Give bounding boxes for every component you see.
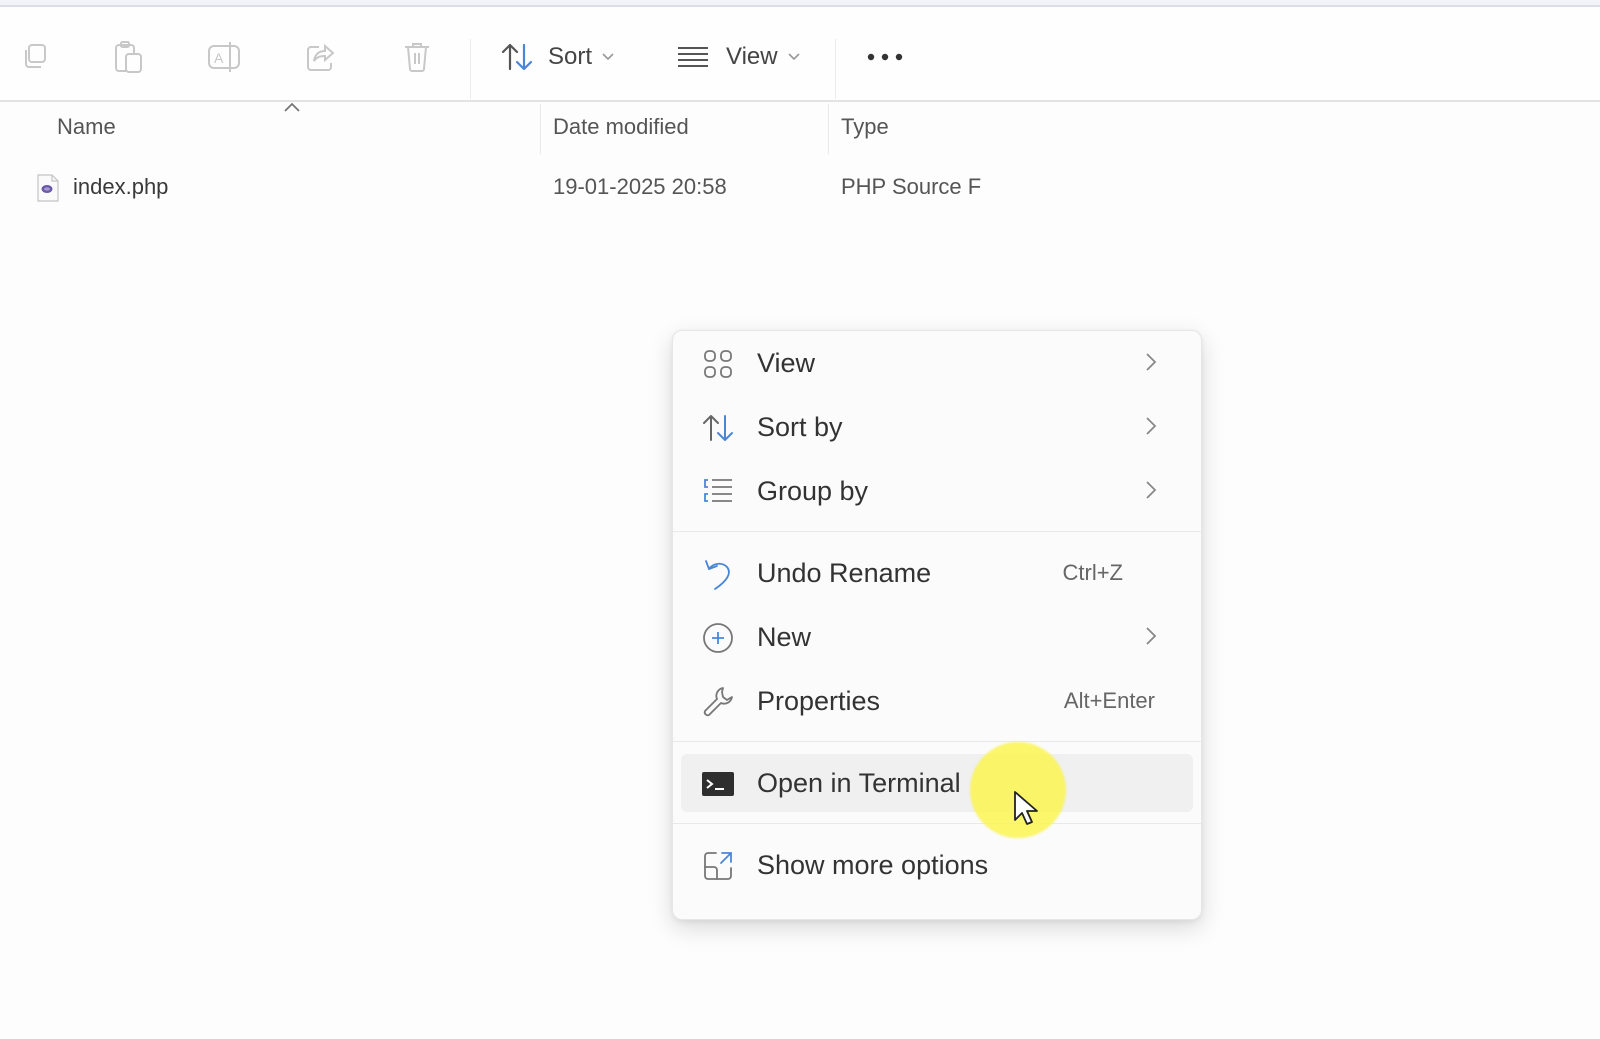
menu-item-label: Group by xyxy=(757,475,869,506)
menu-separator xyxy=(673,823,1201,824)
menu-item-show-more-options[interactable]: Show more options xyxy=(681,836,1193,894)
menu-separator xyxy=(673,741,1201,742)
menu-item-undo-rename[interactable]: Undo Rename Ctrl+Z xyxy=(681,544,1193,602)
menu-item-open-in-terminal[interactable]: Open in Terminal xyxy=(681,754,1193,812)
column-divider[interactable] xyxy=(828,104,829,154)
file-row[interactable]: index.php 19-01-2025 20:58 PHP Source F xyxy=(0,166,1100,212)
new-plus-icon xyxy=(701,621,735,655)
toolbar-divider xyxy=(835,39,836,99)
menu-item-new[interactable]: New xyxy=(681,608,1193,666)
toolbar-divider xyxy=(470,39,471,99)
menu-item-label: New xyxy=(757,621,812,652)
delete-button[interactable] xyxy=(401,39,433,75)
column-header-type[interactable]: Type xyxy=(841,114,889,140)
sort-label: Sort xyxy=(548,43,593,70)
rename-button[interactable]: A xyxy=(206,39,244,75)
paste-button[interactable] xyxy=(112,39,146,75)
menu-item-label: Open in Terminal xyxy=(757,767,961,798)
menu-item-properties[interactable]: Properties Alt+Enter xyxy=(681,672,1193,730)
php-file-icon xyxy=(37,174,59,207)
menu-item-shortcut: Alt+Enter xyxy=(1063,688,1155,713)
rename-icon: A xyxy=(207,40,243,74)
chevron-right-icon xyxy=(1145,480,1157,505)
chevron-right-icon xyxy=(1145,352,1157,377)
more-icon xyxy=(867,48,903,66)
svg-text:A: A xyxy=(214,50,224,66)
chevron-right-icon xyxy=(1145,626,1157,651)
window-top-strip xyxy=(0,0,1600,7)
grid-view-icon xyxy=(701,347,735,381)
show-more-options-icon xyxy=(701,849,735,883)
terminal-icon xyxy=(701,767,735,801)
file-type: PHP Source F xyxy=(841,174,982,199)
sort-icon xyxy=(500,42,534,72)
share-button[interactable] xyxy=(304,39,338,75)
wrench-icon xyxy=(701,685,735,719)
menu-item-label: Show more options xyxy=(757,849,989,880)
menu-item-view[interactable]: View xyxy=(681,334,1193,392)
group-by-icon xyxy=(701,475,735,509)
menu-item-label: Undo Rename xyxy=(757,557,932,588)
menu-item-label: View xyxy=(757,347,816,378)
view-button[interactable]: View xyxy=(676,39,800,75)
delete-icon xyxy=(402,40,432,74)
menu-item-label: Sort by xyxy=(757,411,843,442)
file-date-modified: 19-01-2025 20:58 xyxy=(553,174,727,199)
file-name[interactable]: index.php xyxy=(73,174,168,200)
copy-button[interactable] xyxy=(18,39,52,75)
undo-icon xyxy=(701,557,735,591)
menu-item-shortcut: Ctrl+Z xyxy=(1062,560,1124,585)
view-label: View xyxy=(726,43,778,70)
sort-ascending-caret-icon xyxy=(283,100,301,114)
chevron-down-icon xyxy=(602,48,614,66)
column-header-date-modified[interactable]: Date modified xyxy=(553,114,689,140)
column-divider[interactable] xyxy=(540,104,541,154)
command-bar: A Sort View xyxy=(0,9,1600,102)
list-view-icon xyxy=(676,45,710,69)
share-icon xyxy=(305,41,337,73)
menu-item-group-by[interactable]: Group by xyxy=(681,462,1193,520)
paste-icon xyxy=(113,40,145,74)
menu-item-sort-by[interactable]: Sort by xyxy=(681,398,1193,456)
menu-separator xyxy=(673,531,1201,532)
menu-item-label: Properties xyxy=(757,685,881,716)
column-header-name[interactable]: Name xyxy=(57,114,116,140)
chevron-down-icon xyxy=(788,48,800,66)
column-header-row: Name Date modified Type xyxy=(0,102,1600,156)
sort-icon xyxy=(701,411,735,445)
more-options-button[interactable] xyxy=(864,39,906,75)
sort-button[interactable]: Sort xyxy=(500,39,614,75)
chevron-right-icon xyxy=(1145,416,1157,441)
mouse-pointer-icon xyxy=(1013,790,1039,831)
copy-icon xyxy=(20,42,50,72)
context-menu: View Sort by Group by Undo Rename Ctrl+Z… xyxy=(672,330,1202,920)
